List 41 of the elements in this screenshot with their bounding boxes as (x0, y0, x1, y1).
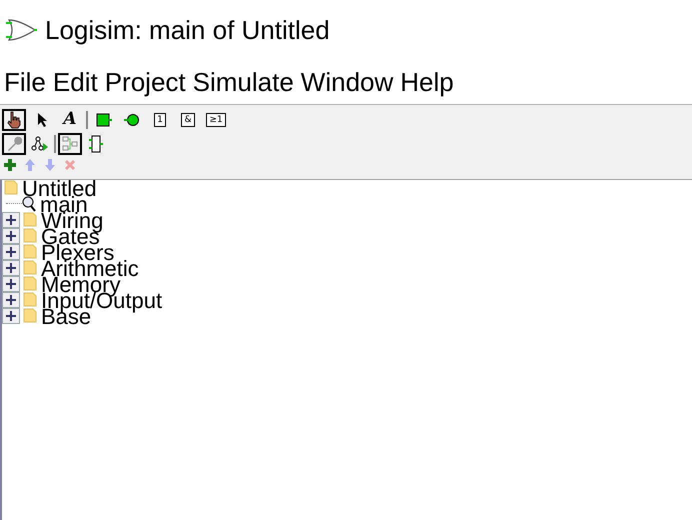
expand-button[interactable] (2, 308, 20, 324)
folder-icon (23, 260, 37, 275)
layout-icon (62, 136, 78, 152)
menu-item[interactable]: Window (300, 62, 394, 102)
menu-item[interactable]: Project (104, 62, 186, 102)
output-pin-icon (124, 113, 140, 127)
folder-icon (23, 276, 37, 291)
tree-item-label[interactable]: Arithmetic (41, 261, 139, 277)
folder-icon (23, 228, 37, 243)
gate-button[interactable]: & (176, 109, 200, 131)
folder-icon (23, 212, 37, 227)
expand-button[interactable] (2, 292, 20, 308)
hand-tool-button[interactable] (2, 109, 26, 131)
menu-item[interactable]: Simulate (192, 62, 294, 102)
tree-item-label[interactable]: Plexers (41, 245, 114, 261)
expand-button[interactable] (2, 260, 20, 276)
layout-button[interactable] (58, 133, 82, 155)
tree-item-label[interactable]: Untitled (22, 181, 97, 197)
simulation-tree-icon (31, 136, 49, 152)
add-button[interactable] (3, 158, 17, 172)
expand-button[interactable] (2, 228, 20, 244)
menu-item[interactable]: Help (400, 62, 454, 102)
text-tool-button[interactable]: A (58, 109, 82, 131)
window-title: Logisim: main of Untitled (45, 14, 330, 46)
input-pin-icon (96, 113, 112, 127)
appearance-icon (89, 135, 103, 153)
or-gate-icon (5, 18, 37, 42)
hand-tool-icon (6, 111, 22, 129)
arrow-tool-icon (36, 112, 48, 128)
menu-item[interactable]: File (4, 62, 46, 102)
folder-icon (23, 308, 37, 323)
folder-icon (4, 180, 18, 195)
expand-button[interactable] (2, 244, 20, 260)
tree-item-label[interactable]: main (40, 197, 88, 213)
magnifier-icon (22, 196, 36, 212)
expand-button[interactable] (2, 276, 20, 292)
folder-icon (23, 292, 37, 307)
expand-button[interactable] (2, 212, 20, 228)
gate-button[interactable]: 1 (148, 109, 172, 131)
menu-item[interactable]: Edit (52, 62, 98, 102)
folder-icon (23, 244, 37, 259)
